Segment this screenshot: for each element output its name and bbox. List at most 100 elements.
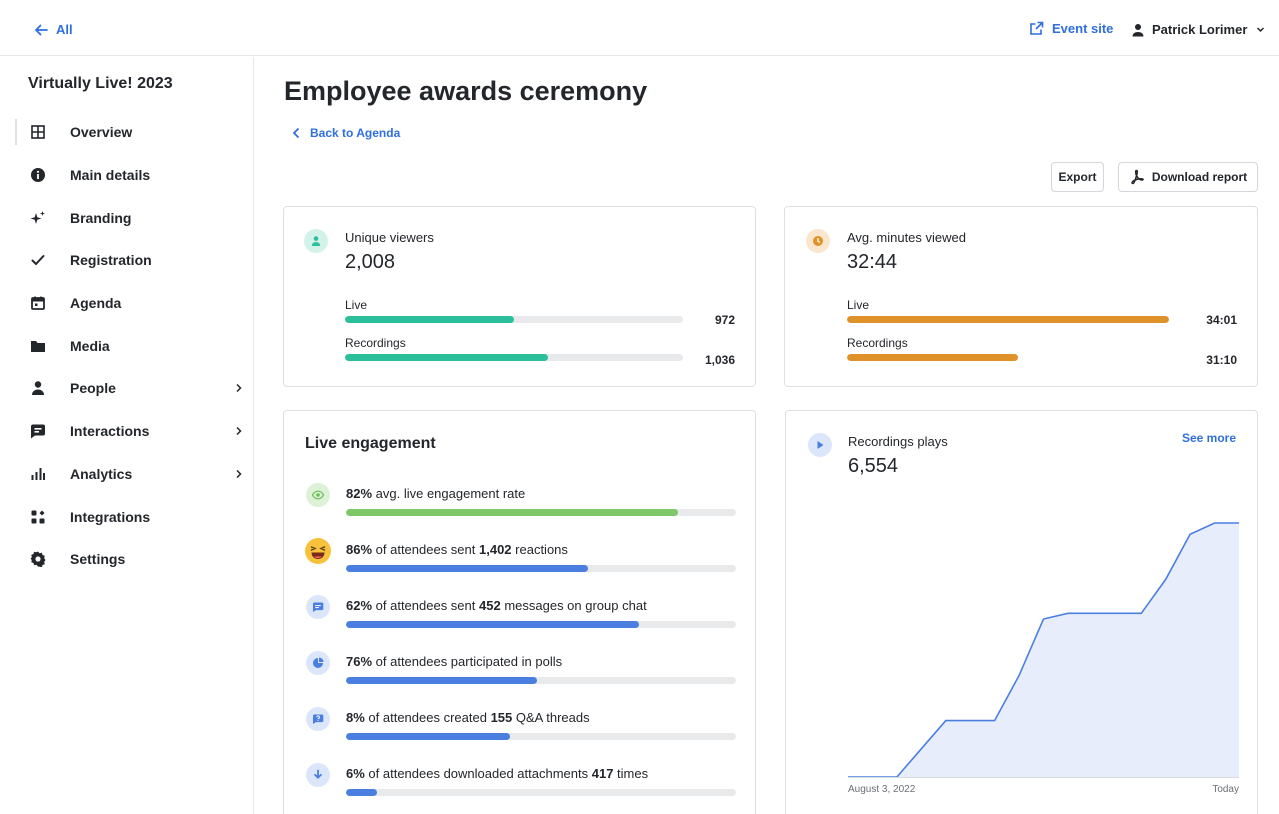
sidebar-item-registration[interactable]: Registration — [0, 239, 253, 282]
engagement-rate-row: 82% avg. live engagement rate — [304, 483, 744, 523]
event-site-link[interactable]: Event site — [1029, 21, 1113, 36]
reactions-fill — [346, 565, 588, 572]
recordings-minutes-bar — [847, 354, 1169, 361]
question-icon — [306, 707, 330, 731]
sidebar-item-label: People — [70, 380, 116, 397]
sidebar-item-people[interactable]: People — [0, 367, 253, 410]
calendar-icon — [30, 295, 46, 311]
export-button[interactable]: Export — [1051, 162, 1104, 192]
engagement-rate-text: 82% avg. live engagement rate — [346, 486, 526, 501]
chevron-right-icon — [236, 469, 242, 478]
back-to-agenda-link[interactable]: Back to Agenda — [292, 126, 400, 140]
back-to-all-label: All — [56, 22, 73, 37]
sidebar-item-main-details[interactable]: Main details — [0, 154, 253, 197]
sidebar-item-label: Integrations — [70, 508, 151, 525]
x-tick-label-start: August 3, 2022 — [848, 784, 916, 795]
sidebar-item-integrations[interactable]: Integrations — [0, 495, 253, 538]
sidebar: Virtually Live! 2023 Overview Main detai… — [0, 57, 254, 814]
downloads-row: 6% of attendees downloaded attachments 4… — [304, 763, 744, 803]
sidebar-item-label: Main details — [70, 167, 151, 184]
reactions-bar — [346, 565, 736, 572]
sidebar-item-label: Settings — [70, 551, 126, 568]
page-title: Employee awards ceremony — [284, 76, 648, 106]
live-minutes-value: 34:01 — [1206, 313, 1237, 327]
recordings-viewers-bar — [345, 354, 683, 361]
download-report-label: Download report — [1151, 170, 1248, 184]
play-icon — [808, 433, 832, 457]
sidebar-item-branding[interactable]: Branding — [0, 196, 253, 239]
sidebar-item-overview[interactable]: Overview — [0, 111, 253, 154]
back-to-all-link[interactable]: All — [34, 22, 73, 37]
reactions-text: 86% of attendees sent 1,402 reactions — [346, 542, 568, 557]
live-viewers-bar — [345, 316, 683, 323]
user-menu[interactable]: Patrick Lorimer — [1131, 22, 1265, 37]
sidebar-item-label: Branding — [70, 209, 132, 226]
qa-fill — [346, 733, 510, 740]
download-report-button[interactable]: Download report — [1118, 162, 1258, 192]
qa-bar — [346, 733, 736, 740]
clock-icon — [806, 229, 830, 253]
recordings-minutes-value: 31:10 — [1206, 353, 1237, 367]
viewer-icon — [304, 229, 328, 253]
external-link-icon — [1030, 21, 1044, 35]
engagement-rate-fill — [346, 509, 678, 516]
recordings-label: Recordings — [345, 336, 406, 350]
chevron-down-icon — [1257, 27, 1265, 33]
avg-minutes-card: Avg. minutes viewed 32:44 Live 34:01 Rec… — [784, 206, 1258, 387]
pdf-icon — [1131, 169, 1144, 185]
avg-minutes-value: 32:44 — [847, 251, 898, 273]
chevron-right-icon — [236, 384, 242, 393]
poll-icon — [306, 651, 330, 675]
chevron-left-icon — [292, 127, 300, 139]
messages-fill — [346, 621, 639, 628]
bar-chart-icon — [30, 466, 46, 482]
sidebar-item-agenda[interactable]: Agenda — [0, 282, 253, 325]
recordings-minutes-fill — [847, 354, 1018, 361]
recordings-plays-label: Recordings plays — [848, 434, 948, 449]
event-name: Virtually Live! 2023 — [28, 75, 173, 92]
info-icon — [30, 167, 46, 183]
sidebar-item-interactions[interactable]: Interactions — [0, 410, 253, 453]
sidebar-item-analytics[interactable]: Analytics — [0, 453, 253, 496]
recordings-label: Recordings — [847, 336, 908, 350]
live-minutes-bar — [847, 316, 1169, 323]
messages-row: 62% of attendees sent 452 messages on gr… — [304, 595, 744, 635]
eye-icon — [306, 483, 330, 507]
chart-area — [848, 523, 1239, 777]
reactions-row: 86% of attendees sent 1,402 reactions — [304, 538, 744, 579]
check-icon — [30, 252, 46, 268]
chat-icon — [30, 423, 46, 439]
unique-viewers-label: Unique viewers — [345, 230, 434, 245]
downloads-fill — [346, 789, 378, 796]
sidebar-item-label: Interactions — [70, 423, 150, 440]
download-icon — [306, 763, 330, 787]
polls-fill — [346, 677, 538, 684]
engagement-rate-bar — [346, 509, 736, 516]
integrations-icon — [30, 509, 46, 525]
live-engagement-title: Live engagement — [305, 435, 436, 452]
downloads-text: 6% of attendees downloaded attachments 4… — [346, 766, 649, 781]
qa-row: 8% of attendees created 155 Q&A threads — [304, 707, 744, 747]
sidebar-nav: Overview Main details Branding Registrat… — [0, 111, 253, 581]
sidebar-item-label: Registration — [70, 252, 152, 269]
see-more-link[interactable]: See more — [1182, 431, 1236, 445]
sidebar-item-label: Overview — [70, 124, 133, 141]
arrow-left-icon — [35, 24, 48, 35]
unique-viewers-card: Unique viewers 2,008 Live 972 Recordings… — [283, 206, 756, 387]
live-label: Live — [345, 298, 368, 312]
person-icon — [1132, 23, 1144, 36]
recordings-viewers-value: 1,036 — [704, 353, 735, 367]
messages-bar — [346, 621, 736, 628]
unique-viewers-value: 2,008 — [345, 251, 396, 273]
sidebar-item-label: Agenda — [70, 295, 122, 312]
polls-row: 76% of attendees participated in polls — [304, 651, 744, 691]
sidebar-item-settings[interactable]: Settings — [0, 538, 253, 581]
chevron-right-icon — [236, 427, 242, 436]
x-tick-label-end: Today — [1212, 784, 1239, 795]
sidebar-item-media[interactable]: Media — [0, 324, 253, 367]
top-bar: All Event site Patrick Lorimer — [0, 0, 1279, 56]
live-engagement-card: Live engagement 82% avg. live engagement… — [283, 410, 756, 814]
event-site-label: Event site — [1052, 21, 1114, 36]
back-to-agenda-label: Back to Agenda — [310, 126, 401, 140]
recordings-viewers-fill — [345, 354, 548, 361]
